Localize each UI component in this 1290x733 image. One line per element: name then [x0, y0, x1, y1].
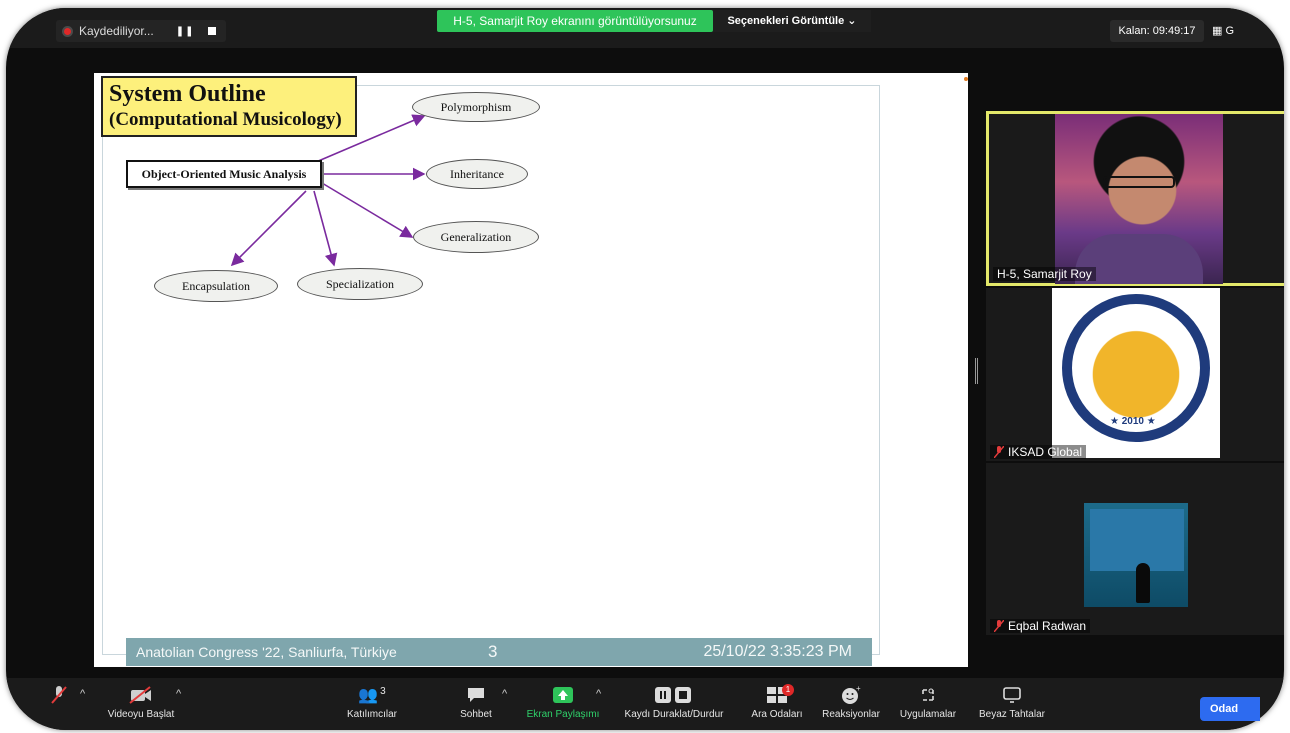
- breakout-badge: 1: [782, 684, 794, 696]
- video-tile-active-speaker[interactable]: H-5, Samarjit Roy: [986, 111, 1284, 286]
- breakout-rooms-label: Ara Odaları: [751, 709, 803, 720]
- audio-options-chevron-icon[interactable]: ^: [80, 688, 85, 700]
- chat-options-chevron-icon[interactable]: ^: [502, 688, 507, 700]
- footer-congress: Anatolian Congress '22, Sanliurfa, Türki…: [136, 644, 397, 660]
- node-encapsulation: Encapsulation: [154, 270, 278, 302]
- chat-label: Sohbet: [460, 709, 492, 720]
- share-screen-button[interactable]: Ekran Paylaşımı: [522, 684, 604, 720]
- slide-title-box: System Outline (Computational Musicology…: [101, 76, 357, 137]
- slide-title: System Outline: [109, 81, 266, 107]
- meeting-toolbar: ^ Videoyu Başlat ^ 👥 3 Katılımcılar Sohb…: [6, 678, 1284, 730]
- chat-bubble-icon: [468, 688, 484, 702]
- participant-name: IKSAD Global: [990, 445, 1087, 459]
- slide-subtitle: (Computational Musicology): [109, 109, 342, 130]
- arrow-to-specialization: [313, 190, 338, 267]
- node-inheritance: Inheritance: [426, 159, 528, 189]
- mute-button[interactable]: [44, 684, 74, 709]
- pause-stop-recording-button[interactable]: Kaydı Duraklat/Durdur: [616, 684, 732, 720]
- zoom-window: Kaydediliyor... ❚❚ H-5, Samarjit Roy ekr…: [6, 8, 1284, 730]
- shared-screen: System Outline (Computational Musicology…: [94, 73, 968, 667]
- arrow-to-encapsulation: [230, 190, 307, 267]
- iksad-logo: ★ 2010 ★: [1052, 288, 1220, 458]
- record-dot-icon: [62, 25, 73, 37]
- top-bar: Kaydediliyor... ❚❚ H-5, Samarjit Roy ekr…: [6, 8, 1284, 48]
- breakout-rooms-button[interactable]: 1 Ara Odaları: [744, 684, 810, 720]
- whiteboard-icon: [1003, 687, 1021, 703]
- recording-label: Kaydediliyor...: [79, 24, 154, 38]
- participant-video: [1084, 503, 1188, 607]
- slide-footer: Anatolian Congress '22, Sanliurfa, Türki…: [126, 638, 872, 666]
- apps-label: Uygulamalar: [899, 709, 957, 720]
- whiteboards-label: Beyaz Tahtalar: [979, 709, 1045, 720]
- mic-muted-icon: [994, 446, 1004, 458]
- participants-button[interactable]: 👥 3 Katılımcılar: [336, 684, 408, 721]
- video-tile[interactable]: ★ 2010 ★ IKSAD Global: [986, 288, 1284, 461]
- svg-text:+: +: [856, 685, 861, 693]
- start-video-button[interactable]: Videoyu Başlat: [98, 684, 184, 720]
- video-options-chevron-icon[interactable]: ^: [176, 688, 181, 700]
- recording-indicator[interactable]: Kaydediliyor... ❚❚: [56, 20, 227, 42]
- reactions-button[interactable]: + Reaksiyonlar: [816, 684, 886, 720]
- node-polymorphism: Polymorphism: [412, 92, 540, 122]
- video-tile[interactable]: Eqbal Radwan: [986, 463, 1284, 635]
- pause-recording-icon[interactable]: ❚❚: [176, 26, 195, 37]
- video-off-icon: [129, 686, 151, 704]
- status-dot: [964, 77, 968, 81]
- grid-icon: ▦: [1212, 25, 1226, 37]
- participants-icon: 👥: [358, 687, 379, 704]
- stop-recording-icon[interactable]: [208, 27, 217, 35]
- remaining-time: Kalan: 09:49:17: [1110, 20, 1204, 42]
- start-video-label: Videoyu Başlat: [107, 709, 175, 720]
- panel-resize-handle[interactable]: [975, 358, 978, 384]
- whiteboards-button[interactable]: Beyaz Tahtalar: [970, 684, 1054, 720]
- pause-stop-icon: [655, 687, 691, 703]
- node-generalization: Generalization: [413, 221, 539, 253]
- view-options-button[interactable]: Seçenekleri Görüntüle ⌄: [713, 10, 871, 32]
- gallery-label: G: [1225, 25, 1235, 37]
- root-node: Object-Oriented Music Analysis: [126, 160, 322, 188]
- participant-video: [1055, 114, 1223, 284]
- chat-button[interactable]: Sohbet: [452, 684, 500, 720]
- gallery-view-button[interactable]: ▦ G: [1212, 20, 1234, 42]
- node-specialization: Specialization: [297, 268, 423, 300]
- share-options-chevron-icon[interactable]: ^: [596, 688, 601, 700]
- participants-count: 3: [380, 685, 386, 697]
- footer-page-number: 3: [488, 642, 498, 661]
- end-meeting-button[interactable]: Odad: [1200, 697, 1260, 721]
- footer-datetime: 25/10/22 3:35:23 PM: [703, 643, 852, 660]
- logo-year: ★ 2010 ★: [1110, 416, 1156, 427]
- arrow-to-generalization: [321, 182, 414, 238]
- smiley-icon: +: [842, 685, 861, 704]
- share-screen-label: Ekran Paylaşımı: [526, 709, 600, 720]
- participant-name: H-5, Samarjit Roy: [993, 267, 1096, 281]
- participant-name: Eqbal Radwan: [990, 619, 1091, 633]
- share-screen-icon: [553, 687, 573, 703]
- mic-muted-icon: [51, 686, 67, 704]
- record-label: Kaydı Duraklat/Durdur: [624, 709, 724, 720]
- mic-muted-icon: [994, 620, 1004, 632]
- apps-icon: [922, 688, 934, 701]
- apps-button[interactable]: Uygulamalar: [894, 684, 962, 720]
- reactions-label: Reaksiyonlar: [822, 709, 880, 720]
- participants-label: Katılımcılar: [346, 709, 397, 720]
- screen-share-banner: H-5, Samarjit Roy ekranını görüntülüyors…: [437, 10, 713, 32]
